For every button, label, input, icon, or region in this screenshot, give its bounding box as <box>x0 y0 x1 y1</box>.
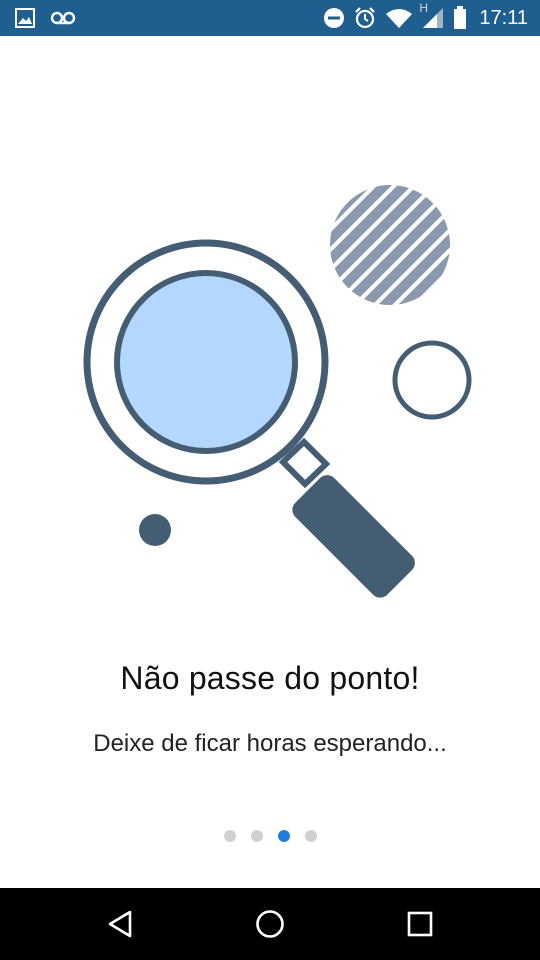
page-dot-4[interactable] <box>304 830 317 842</box>
network-type-label: H <box>419 1 429 15</box>
recents-button[interactable] <box>398 902 442 946</box>
status-time: 17:11 <box>479 6 528 29</box>
page-dot-2[interactable] <box>250 830 263 842</box>
do-not-disturb-icon <box>323 7 345 29</box>
voicemail-icon <box>50 9 76 27</box>
battery-icon <box>453 6 467 30</box>
back-button[interactable] <box>98 902 142 946</box>
back-icon <box>108 910 132 938</box>
lens <box>114 270 298 454</box>
signal-icon: H <box>419 1 445 29</box>
dark-dot <box>139 514 171 546</box>
image-icon <box>14 7 36 29</box>
page-dot-1[interactable] <box>223 830 236 842</box>
status-right-icons: H 17:11 <box>323 1 528 30</box>
status-left-icons <box>14 6 76 30</box>
home-button[interactable] <box>248 902 292 946</box>
handle <box>292 475 415 598</box>
onboarding-title: Não passe do ponto! <box>120 660 420 696</box>
outline-circle <box>392 340 472 420</box>
navigation-bar <box>0 888 540 960</box>
recents-icon <box>407 911 433 937</box>
magnifying-glass-icon <box>83 185 472 598</box>
alarm-icon <box>353 6 377 30</box>
wifi-icon <box>385 7 413 29</box>
onboarding-subtitle: Deixe de ficar horas esperando... <box>93 730 447 757</box>
onboarding-screen: H 17:11 Não passe do ponto! Deixe de fic… <box>0 0 540 960</box>
page-dot-3-active[interactable] <box>277 830 290 842</box>
status-bar: H 17:11 <box>0 0 540 36</box>
page-indicator <box>0 830 540 844</box>
striped-circle <box>330 185 450 305</box>
home-icon <box>256 910 284 938</box>
magnifying-glass-illustration <box>0 140 540 600</box>
